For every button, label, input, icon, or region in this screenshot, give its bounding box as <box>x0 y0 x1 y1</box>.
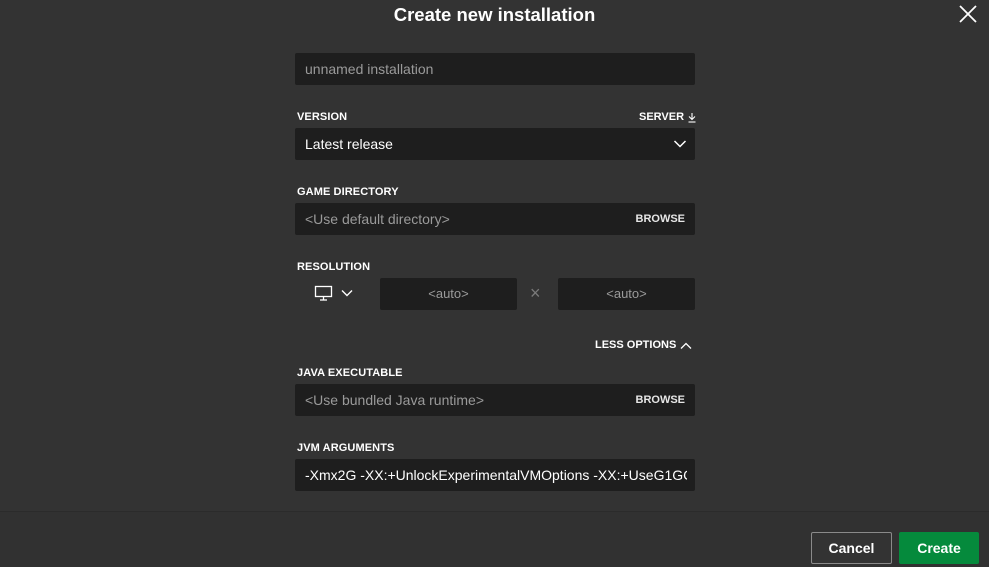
chevron-down-icon <box>673 140 687 148</box>
server-label: SERVER <box>639 111 685 123</box>
java-executable-input[interactable]: <Use bundled Java runtime> BROWSE <box>295 384 695 416</box>
java-executable-label: JAVA EXECUTABLE <box>297 367 403 379</box>
game-directory-input[interactable]: <Use default directory> BROWSE <box>295 203 695 235</box>
installation-name-placeholder: unnamed installation <box>305 61 434 77</box>
chevron-up-icon <box>680 342 692 349</box>
jvm-arguments-label: JVM ARGUMENTS <box>297 442 395 454</box>
version-selected-value: Latest release <box>305 136 393 152</box>
create-button[interactable]: Create <box>899 532 979 564</box>
game-directory-browse-button[interactable]: BROWSE <box>636 203 686 235</box>
download-icon <box>688 113 696 123</box>
jvm-arguments-value: -Xmx2G -XX:+UnlockExperimentalVMOptions … <box>305 467 687 483</box>
installation-name-input[interactable]: unnamed installation <box>295 53 695 85</box>
game-directory-placeholder: <Use default directory> <box>305 211 450 227</box>
less-options-label: LESS OPTIONS <box>595 339 677 351</box>
resolution-separator: × <box>530 283 541 303</box>
close-button[interactable] <box>957 3 979 25</box>
version-select[interactable]: Latest release <box>295 128 695 160</box>
dialog-title: Create new installation <box>393 4 596 25</box>
resolution-preset-dropdown[interactable] <box>314 284 356 304</box>
game-directory-label: GAME DIRECTORY <box>297 186 399 198</box>
resolution-height-input[interactable]: <auto> <box>558 278 695 310</box>
chevron-down-icon <box>341 290 353 297</box>
resolution-width-input[interactable]: <auto> <box>380 278 517 310</box>
cancel-button[interactable]: Cancel <box>811 532 892 564</box>
server-download-link[interactable]: SERVER <box>639 111 697 124</box>
java-executable-placeholder: <Use bundled Java runtime> <box>305 392 484 408</box>
version-label: VERSION <box>297 111 348 123</box>
monitor-icon <box>314 285 333 301</box>
close-icon <box>959 5 977 23</box>
resolution-label: RESOLUTION <box>297 261 371 273</box>
java-executable-browse-button[interactable]: BROWSE <box>636 384 686 416</box>
less-options-toggle[interactable]: LESS OPTIONS <box>595 339 692 352</box>
jvm-arguments-input[interactable]: -Xmx2G -XX:+UnlockExperimentalVMOptions … <box>295 459 695 491</box>
